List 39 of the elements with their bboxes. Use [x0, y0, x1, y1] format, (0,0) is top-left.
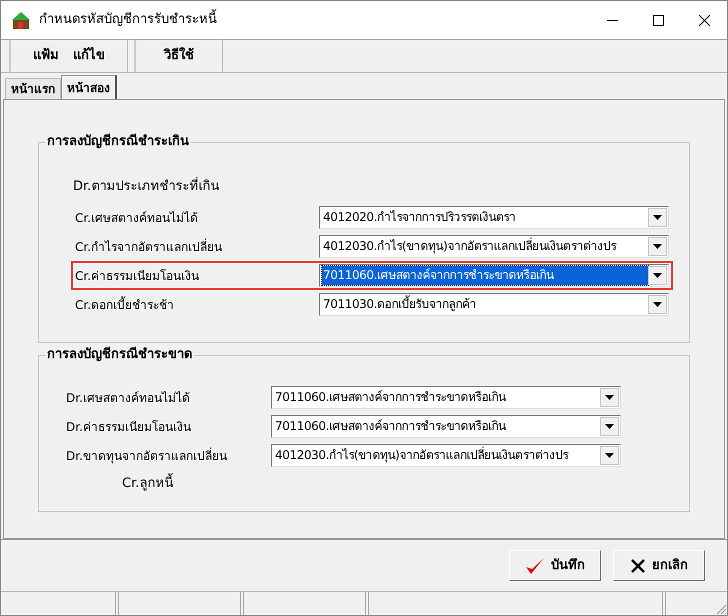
resize-grip-icon [715, 603, 727, 615]
dropdown-value: 4012020.กำไรจากการปริวรรตเงินตรา [322, 209, 517, 226]
account-dropdown[interactable]: 4012020.กำไรจากการปริวรรตเงินตรา [319, 206, 669, 229]
account-dropdown[interactable]: 7011060.เศษสตางค์จากการชำระขาดหรือเกิน [271, 386, 621, 409]
checkmark-icon [525, 556, 545, 574]
field-label: Cr.ดอกเบี้ยชำระช้า [75, 296, 176, 314]
dropdown-value: 7011060.เศษสตางค์จากการชำระขาดหรือเกิน [322, 266, 648, 285]
account-dropdown[interactable]: 7011060.เศษสตางค์จากการชำระขาดหรือเกิน [271, 415, 621, 438]
field-label: Cr.ค่าธรรมเนียมโอนเงิน [75, 268, 200, 284]
dropdown-value: 7011060.เศษสตางค์จากการชำระขาดหรือเกิน [274, 418, 507, 435]
dropdown-value: 4012030.กำไร(ขาดทุน)จากอัตราแลกเปลี่ยนเงินตราต่างปร [274, 446, 570, 464]
close-icon [698, 14, 710, 26]
app-icon [11, 10, 31, 30]
account-dropdown[interactable]: 4012030.กำไร(ขาดทุน)จากอัตราแลกเปลี่ยนเงินตราต่างปร [319, 235, 669, 258]
window-title: กำหนดรหัสบัญชีการรับชำระหนี้ [39, 10, 217, 30]
group-title: การลงบัญชีกรณีชำระขาด [45, 346, 194, 364]
credit-label: Cr.ลูกหนี้ [122, 474, 621, 494]
dropdown-value: 4012030.กำไร(ขาดทุน)จากอัตราแลกเปลี่ยนเงินตราต่างปร [322, 237, 618, 256]
account-dropdown[interactable]: 7011030.ดอกเบี้ยรับจากลูกค้า [319, 293, 669, 316]
field-label: Dr.เศษสตางค์ทอนไม่ได้ [66, 390, 191, 406]
tab[interactable]: หน้าสอง [61, 75, 117, 99]
group-title: การลงบัญชีกรณีชำระเกิน [45, 133, 191, 151]
field-label: Cr.เศษสตางค์ทอนไม่ได้ [75, 210, 200, 226]
tab[interactable]: หน้าแรก [5, 78, 61, 99]
debit-label: Dr.ตามประเภทชำระที่เกิน [73, 177, 669, 203]
account-dropdown[interactable]: 4012030.กำไร(ขาดทุน)จากอัตราแลกเปลี่ยนเงินตราต่างปร [271, 444, 621, 467]
field-label: Dr.ขาดทุนจากอัตราแลกเปลี่ยน [66, 446, 228, 464]
save-button[interactable]: บันทึก [509, 550, 601, 581]
maximize-icon [652, 14, 664, 26]
cancel-button[interactable]: ยกเลิก [613, 550, 705, 581]
field-label: Cr.กำไรจากอัตราแลกเปลี่ยน [75, 238, 224, 256]
menu-item[interactable]: แก้ไข [73, 46, 105, 66]
account-dropdown[interactable]: 7011060.เศษสตางค์จากการชำระขาดหรือเกิน [319, 264, 669, 287]
dropdown-value: 7011030.ดอกเบี้ยรับจากลูกค้า [322, 295, 478, 314]
close-icon [630, 558, 646, 574]
menu-item[interactable]: วิธีใช้ [164, 46, 194, 66]
field-label: Dr.ค่าธรรมเนียมโอนเงิน [66, 418, 192, 436]
dropdown-value: 7011060.เศษสตางค์จากการชำระขาดหรือเกิน [274, 389, 507, 406]
menu-item[interactable]: แฟ้ม [33, 46, 59, 66]
